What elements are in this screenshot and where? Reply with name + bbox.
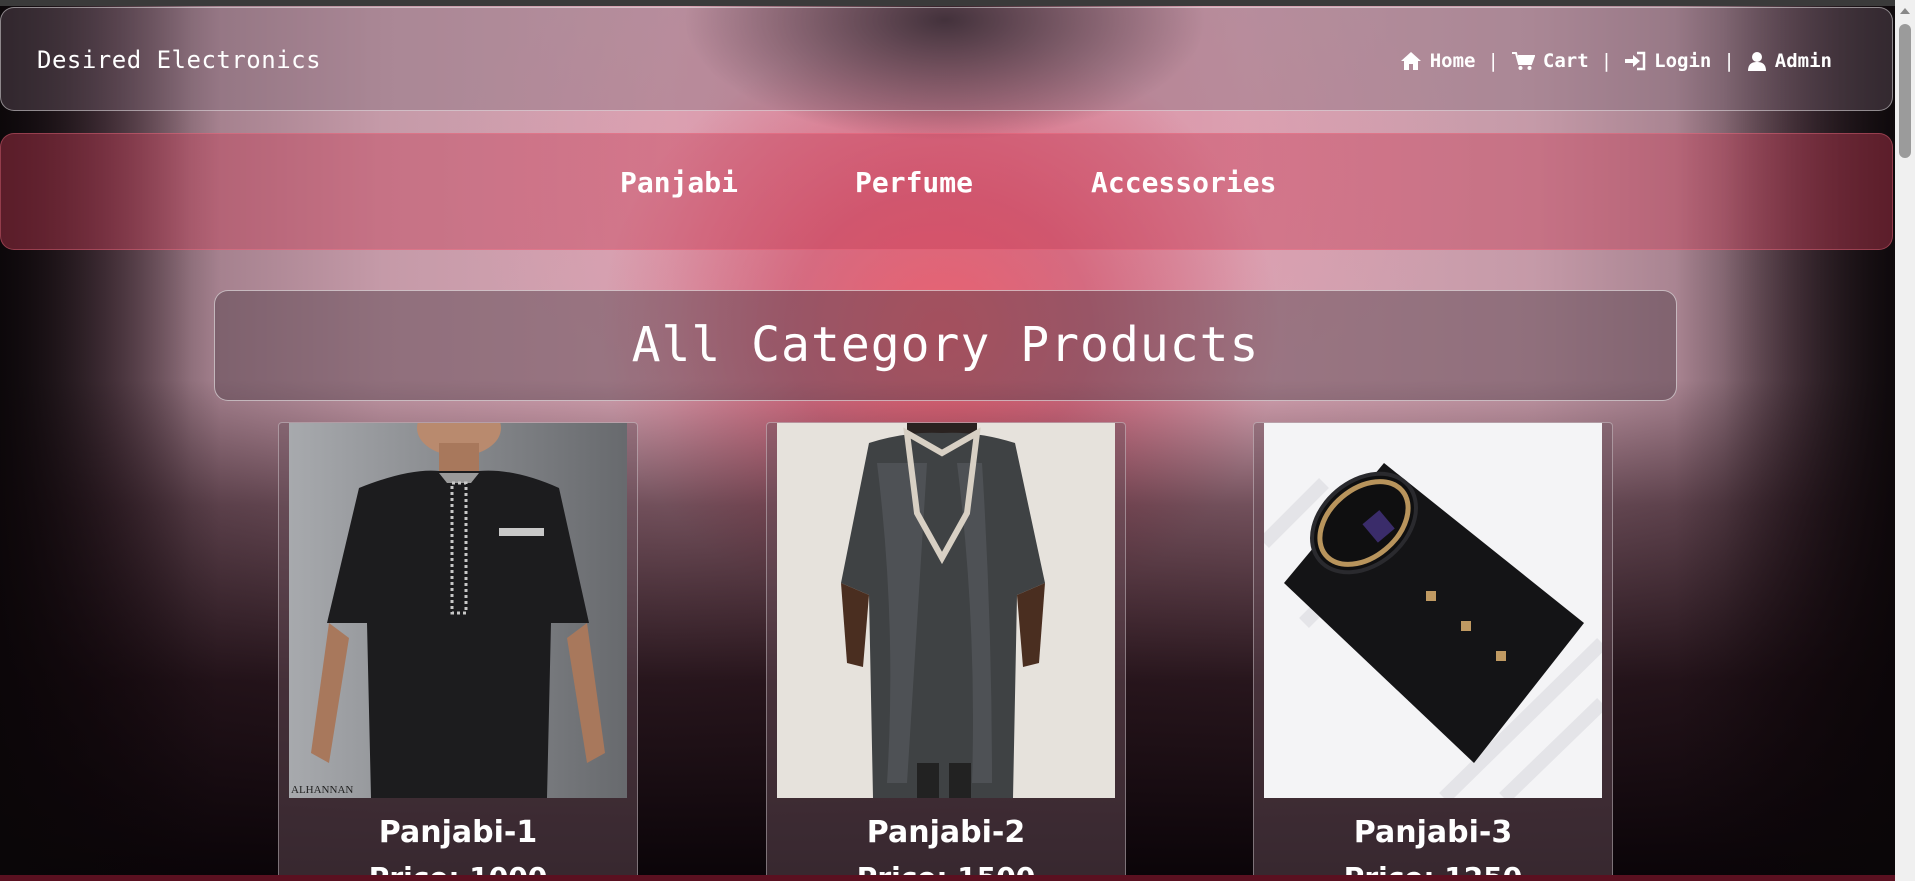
- product-card[interactable]: Panjabi-3 Price: 1250: [1253, 422, 1613, 881]
- nav-admin-label: Admin: [1774, 50, 1832, 72]
- product-card[interactable]: Panjabi-2 Price: 1500: [766, 422, 1126, 881]
- product-card[interactable]: ALHANNAN Panjabi-1 Price: 1000: [278, 422, 638, 881]
- nav-home-label: Home: [1429, 50, 1476, 72]
- nav-login-label: Login: [1654, 50, 1712, 72]
- page-title: All Category Products: [631, 317, 1260, 373]
- nav-home-link[interactable]: Home: [1400, 50, 1476, 72]
- nav-admin-link[interactable]: Admin: [1747, 50, 1832, 72]
- product-image[interactable]: [1264, 423, 1602, 798]
- browser-bottom-strip: [0, 875, 1895, 881]
- product-name: Panjabi-3: [1353, 815, 1513, 850]
- home-icon: [1400, 51, 1422, 71]
- nav-separator: |: [1600, 50, 1613, 72]
- scroll-up-arrow-icon[interactable]: [1900, 8, 1910, 14]
- nav-separator: |: [1723, 50, 1735, 72]
- nav-cart-label: Cart: [1542, 50, 1589, 72]
- top-navbar: Desired Electronics Home | Cart | Login …: [0, 7, 1893, 111]
- scrollbar-thumb[interactable]: [1899, 24, 1911, 158]
- category-bar: Panjabi Perfume Accessories: [0, 133, 1893, 250]
- product-image[interactable]: ALHANNAN: [289, 423, 627, 798]
- cart-icon: [1511, 51, 1535, 71]
- nav-cart-link[interactable]: Cart: [1511, 50, 1589, 72]
- brand-title[interactable]: Desired Electronics: [37, 46, 321, 74]
- nav-links: Home | Cart | Login | Admin: [1400, 50, 1832, 72]
- category-link-accessories[interactable]: Accessories: [1091, 166, 1276, 199]
- section-title-box: All Category Products: [214, 290, 1677, 401]
- product-name: Panjabi-2: [866, 815, 1026, 850]
- browser-top-strip: [0, 0, 1915, 6]
- nav-separator: |: [1487, 50, 1499, 72]
- nav-login-link[interactable]: Login: [1624, 50, 1711, 72]
- vertical-scrollbar[interactable]: [1895, 0, 1915, 881]
- category-link-panjabi[interactable]: Panjabi: [620, 166, 738, 199]
- product-image[interactable]: [777, 423, 1115, 798]
- category-link-perfume[interactable]: Perfume: [855, 166, 973, 199]
- svg-text:ALHANNAN: ALHANNAN: [291, 784, 353, 796]
- sign-in-icon: [1624, 51, 1646, 71]
- user-icon: [1747, 51, 1767, 71]
- product-name: Panjabi-1: [378, 815, 538, 850]
